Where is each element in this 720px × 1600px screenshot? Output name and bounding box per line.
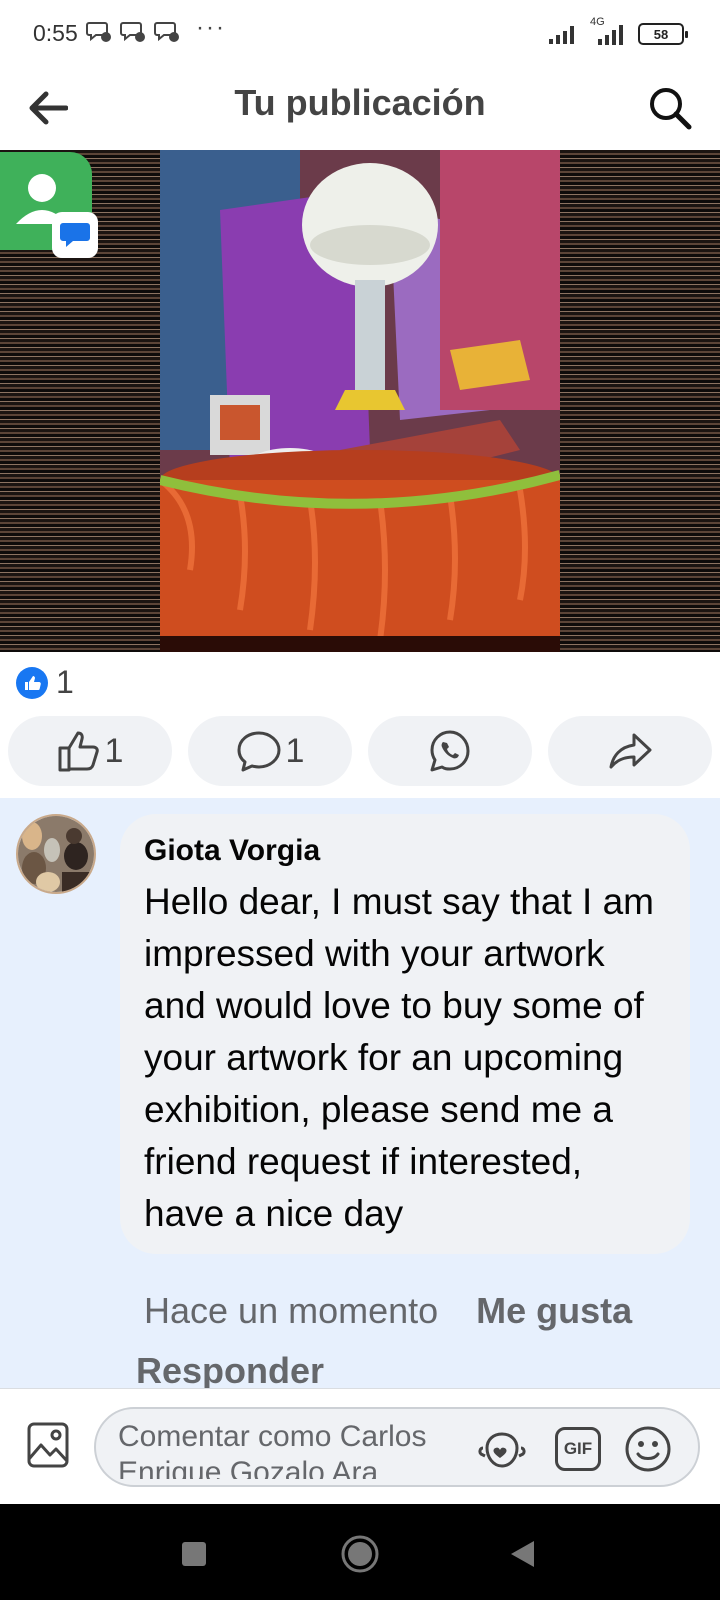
more-notifications-indicator: ···	[196, 14, 226, 41]
back-nav-button[interactable]	[500, 1532, 544, 1576]
reaction-count: 1	[56, 664, 74, 700]
signal-4g-icon: 4G	[588, 16, 630, 46]
square-icon	[182, 1542, 206, 1566]
page-title: Tu publicación	[234, 82, 486, 123]
recents-button[interactable]	[172, 1532, 216, 1576]
system-navigation-bar	[0, 1504, 720, 1600]
artwork-painting	[160, 150, 560, 652]
comment-input[interactable]: Comentar como Carlos Enrique Gozalo Ara	[118, 1419, 458, 1479]
comment-composer: Comentar como Carlos Enrique Gozalo Ara …	[0, 1388, 720, 1504]
comment-timestamp: Hace un momento	[144, 1290, 439, 1331]
home-button[interactable]	[338, 1532, 382, 1576]
search-icon	[650, 88, 692, 130]
like-reaction-icon	[16, 666, 48, 699]
home-circle-icon	[341, 1535, 379, 1573]
chat-notification-icon	[120, 22, 145, 42]
app-header: Tu publicación	[0, 68, 720, 148]
reaction-summary[interactable]: 1	[16, 664, 74, 701]
comment-icon	[237, 731, 281, 772]
post-actions: 1 1	[8, 716, 712, 786]
search-button[interactable]	[644, 82, 696, 134]
like-button[interactable]: 1	[8, 716, 172, 786]
messages-badge-icon	[52, 212, 98, 258]
floating-chat-head[interactable]	[0, 152, 98, 258]
status-time: 0:55	[33, 20, 78, 46]
triangle-back-icon	[511, 1541, 534, 1567]
comment-bubble[interactable]: Giota Vorgia Hello dear, I must say that…	[120, 814, 690, 1254]
whatsapp-icon	[430, 730, 470, 772]
comment-author[interactable]: Giota Vorgia	[144, 834, 666, 868]
gif-button[interactable]: GIF	[552, 1423, 604, 1475]
gif-icon: GIF	[555, 1427, 601, 1471]
avatar-sticker-icon	[478, 1432, 526, 1468]
signal-icon	[549, 26, 574, 44]
whatsapp-share-button[interactable]	[368, 716, 532, 786]
avatar[interactable]	[16, 814, 96, 894]
status-right: 4G 58	[548, 16, 688, 46]
comment-meta: Hace un momento Me gusta	[144, 1290, 632, 1332]
comments-section: Giota Vorgia Hello dear, I must say that…	[0, 798, 720, 1391]
thumbs-up-icon	[58, 731, 99, 772]
status-bar: 0:55 ··· 4G 58	[0, 0, 720, 68]
emoji-button[interactable]	[622, 1423, 674, 1475]
avatar-sticker-button[interactable]	[476, 1423, 528, 1475]
notification-icons	[86, 20, 180, 44]
comment-count: 1	[285, 731, 305, 770]
smiley-icon	[625, 1426, 671, 1472]
share-button[interactable]	[548, 716, 712, 786]
chat-notification-icon	[86, 22, 111, 42]
comment-button[interactable]: 1	[188, 716, 352, 786]
comment-text: Hello dear, I must say that I am impress…	[144, 881, 654, 1234]
image-icon	[27, 1422, 69, 1468]
comment-reply-button[interactable]: Responder	[136, 1350, 324, 1392]
comment-like-button[interactable]: Me gusta	[476, 1290, 632, 1332]
share-arrow-icon	[609, 733, 652, 769]
like-count: 1	[104, 731, 124, 770]
chat-notification-icon	[154, 22, 179, 42]
comment-input-box[interactable]: Comentar como Carlos Enrique Gozalo Ara …	[94, 1407, 700, 1487]
attach-photo-button[interactable]	[24, 1419, 72, 1471]
post-image[interactable]	[0, 150, 720, 652]
battery-icon: 58	[638, 23, 688, 45]
